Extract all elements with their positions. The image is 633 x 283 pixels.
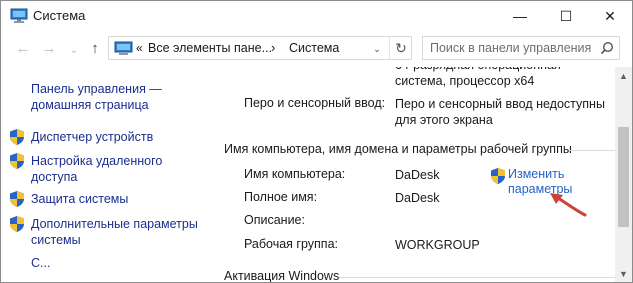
- shield-icon: [10, 191, 24, 207]
- up-arrow-icon[interactable]: ↑: [86, 39, 104, 57]
- control-panel-home-link[interactable]: Панель управления — домашняя страница: [31, 81, 211, 113]
- window-title: Система: [33, 8, 86, 23]
- search-icon[interactable]: [600, 41, 614, 55]
- left-pane: Панель управления — домашняя страница Ди…: [1, 67, 217, 282]
- search-input[interactable]: Поиск в панели управления: [422, 36, 620, 60]
- sidebar-item-label: Настройка удаленного доступа: [31, 154, 163, 184]
- title-bar: Система — ☐ ✕: [1, 1, 632, 31]
- forward-arrow-icon[interactable]: →: [40, 39, 58, 57]
- minimize-button[interactable]: —: [497, 1, 543, 31]
- shield-icon: [10, 216, 24, 232]
- close-button[interactable]: ✕: [587, 1, 632, 31]
- sidebar-item-advanced-settings[interactable]: Дополнительные параметры системы: [9, 216, 201, 248]
- sidebar-item-device-manager[interactable]: Диспетчер устройств: [9, 129, 201, 146]
- full-name-label: Полное имя:: [244, 190, 318, 204]
- scroll-up-arrow-icon[interactable]: ▲: [615, 67, 632, 84]
- refresh-icon[interactable]: ↻: [389, 36, 412, 60]
- sidebar-item-label: Защита системы: [31, 192, 129, 206]
- sidebar-item-partial[interactable]: С...: [31, 256, 50, 270]
- shield-icon: [10, 153, 24, 169]
- maximize-button[interactable]: ☐: [543, 1, 589, 31]
- recent-locations-chevron-icon[interactable]: ⌄: [65, 41, 83, 59]
- breadcrumb-separator-icon[interactable]: ›: [271, 40, 275, 55]
- main-pane: 64-разрядная операционная система, проце…: [217, 67, 615, 282]
- system-type-value: 64-разрядная операционная система, проце…: [395, 67, 561, 88]
- workgroup-label: Рабочая группа:: [244, 237, 339, 251]
- computer-name-section-heading: Имя компьютера, имя домена и параметры р…: [224, 142, 572, 156]
- sidebar-item-label: Дополнительные параметры системы: [31, 217, 198, 247]
- pen-touch-label: Перо и сенсорный ввод:: [244, 96, 386, 110]
- scroll-down-arrow-icon[interactable]: ▼: [615, 265, 632, 282]
- pen-touch-value: Перо и сенсорный ввод недоступны для это…: [395, 97, 605, 127]
- section-divider: [569, 150, 615, 151]
- computer-name-label: Имя компьютера:: [244, 167, 346, 181]
- sidebar-item-system-protection[interactable]: Защита системы: [9, 191, 201, 208]
- vertical-scrollbar[interactable]: ▲ ▼: [615, 67, 632, 282]
- breadcrumb-all-items[interactable]: Все элементы пане...: [148, 41, 272, 55]
- address-bar[interactable]: « Все элементы пане... › Система ⌄ ↻: [108, 36, 412, 60]
- control-panel-icon: [114, 41, 133, 55]
- computer-icon: [10, 8, 28, 23]
- sidebar-item-label: Диспетчер устройств: [31, 130, 154, 144]
- back-arrow-icon[interactable]: ←: [14, 39, 32, 57]
- shield-icon: [10, 129, 24, 145]
- breadcrumb-overflow-chevron[interactable]: «: [136, 41, 143, 55]
- scrollbar-thumb[interactable]: [618, 127, 629, 227]
- full-name-value: DaDesk: [395, 191, 440, 205]
- description-label: Описание:: [244, 213, 305, 227]
- windows-activation-heading: Активация Windows: [224, 269, 340, 282]
- system-window: Система — ☐ ✕ ← → ⌄ ↑ « Все элементы пан…: [0, 0, 633, 283]
- navigation-bar: ← → ⌄ ↑ « Все элементы пане... › Система…: [1, 31, 632, 67]
- workgroup-value: WORKGROUP: [395, 238, 480, 252]
- address-dropdown-icon[interactable]: ⌄: [369, 41, 385, 57]
- section-divider: [339, 277, 615, 278]
- shield-icon: [491, 168, 505, 184]
- sidebar-item-remote-settings[interactable]: Настройка удаленного доступа: [9, 153, 201, 185]
- breadcrumb-system[interactable]: Система: [289, 41, 339, 55]
- search-placeholder: Поиск в панели управления: [430, 41, 592, 55]
